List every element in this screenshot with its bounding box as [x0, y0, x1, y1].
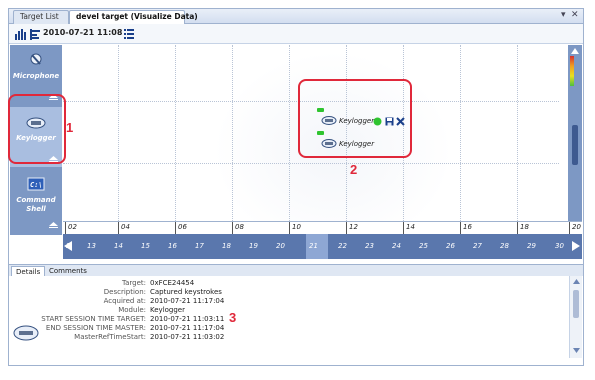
time-ruler: 02 04 06 08 10 12 14 16 18 20 [63, 221, 582, 235]
hour-item[interactable]: 2 [66, 242, 70, 250]
module-label: Command Shell [16, 196, 56, 213]
bar-chart-icon[interactable] [14, 28, 26, 40]
vertical-scrollbar[interactable] [568, 45, 582, 235]
detail-key: Acquired at: [103, 297, 146, 305]
upload-icon[interactable] [49, 222, 58, 228]
annotation-number: 2 [350, 162, 358, 177]
hour-item[interactable]: 16 [168, 242, 177, 250]
visualize-data-window: Target List devel target (Visualize Data… [8, 8, 584, 366]
command-shell-icon: C:\ [27, 177, 45, 191]
scroll-right-icon[interactable] [572, 241, 580, 251]
grid-line [460, 45, 461, 221]
horizontal-bars-icon[interactable] [29, 28, 41, 40]
detail-value: 2010-07-21 11:17:04 [150, 297, 225, 305]
hour-item[interactable]: 25 [419, 242, 428, 250]
hour-item[interactable]: 27 [473, 242, 482, 250]
hour-item[interactable]: 13 [87, 242, 96, 250]
grid-line [517, 45, 518, 221]
level-indicator [570, 56, 574, 86]
grid-line [289, 45, 290, 221]
detail-row: Acquired at: 2010-07-21 11:17:04 [9, 297, 569, 306]
detail-row: MasterRefTimeStart: 2010-07-21 11:03:02 [9, 333, 569, 342]
detail-tab-bar: Details Comments [9, 264, 583, 277]
grid-line [63, 163, 559, 164]
hour-selector[interactable]: 2 13 14 15 16 17 18 19 20 21 22 23 24 25… [63, 234, 582, 259]
hour-item[interactable]: 28 [500, 242, 509, 250]
detail-key: Module: [118, 306, 146, 314]
module-label: Microphone [12, 72, 60, 80]
hour-item[interactable]: 19 [249, 242, 258, 250]
module-command-shell[interactable]: C:\ Command Shell [10, 169, 62, 233]
scroll-thumb[interactable] [572, 125, 578, 165]
svg-text:C:\: C:\ [30, 181, 43, 189]
detail-value: Captured keystrokes [150, 288, 222, 296]
hour-item[interactable]: 26 [446, 242, 455, 250]
annotation-number: 3 [229, 310, 237, 325]
detail-row: Target: 0xFCE24454 [9, 279, 569, 288]
detail-key: Description: [103, 288, 146, 296]
tab-target-list[interactable]: Target List [13, 10, 69, 24]
detail-value: 0xFCE24454 [150, 279, 195, 287]
scroll-up-icon[interactable] [571, 48, 579, 54]
detail-value: Keylogger [150, 306, 185, 314]
list-filter-icon[interactable] [123, 28, 135, 40]
detail-key: Target: [121, 279, 146, 287]
tab-devel-target[interactable]: devel target (Visualize Data) [69, 10, 198, 24]
annotation-number: 1 [66, 120, 74, 135]
detail-value: 2010-07-21 11:17:04 [150, 324, 225, 332]
pin-dropdown-icon[interactable]: ▾ [561, 10, 566, 20]
scroll-down-icon[interactable] [573, 348, 580, 353]
detail-key: MasterRefTimeStart: [74, 333, 146, 341]
details-panel: Target: 0xFCE24454 Description: Captured k… [9, 276, 569, 358]
tab-bar: Target List devel target (Visualize Data… [9, 9, 583, 24]
detail-row: Description: Captured keystrokes [9, 288, 569, 297]
annotation-box-2 [298, 79, 412, 158]
hour-item[interactable]: 29 [527, 242, 536, 250]
detail-row: END SESSION TIME MASTER: 2010-07-21 11:17… [9, 324, 569, 333]
hour-item[interactable]: 30 [555, 242, 564, 250]
hour-item[interactable]: 15 [141, 242, 150, 250]
detail-value: 2010-07-21 11:03:11 [150, 315, 225, 323]
hour-item[interactable]: 14 [114, 242, 123, 250]
toolbar: 2010-07-21 11:08 [9, 24, 583, 44]
detail-key: START SESSION TIME TARGET: [41, 315, 146, 323]
grid-line [118, 45, 119, 221]
hour-item[interactable]: 24 [392, 242, 401, 250]
annotation-box-1 [8, 94, 66, 164]
microphone-icon [30, 53, 42, 65]
hour-item-selected[interactable]: 21 [306, 234, 328, 259]
scroll-up-icon[interactable] [573, 279, 580, 284]
detail-value: 2010-07-21 11:03:02 [150, 333, 225, 341]
close-icon[interactable]: ✕ [571, 10, 579, 20]
hour-item[interactable]: 18 [222, 242, 231, 250]
scroll-thumb[interactable] [573, 290, 579, 318]
current-datetime: 2010-07-21 11:08 [43, 28, 123, 37]
hour-item[interactable]: 17 [195, 242, 204, 250]
hour-item[interactable]: 22 [338, 242, 347, 250]
detail-row: START SESSION TIME TARGET: 2010-07-21 11:… [9, 315, 569, 324]
detail-row: Module: Keylogger [9, 306, 569, 315]
grid-line [232, 45, 233, 221]
hour-item[interactable]: 20 [276, 242, 285, 250]
detail-key: END SESSION TIME MASTER: [45, 324, 146, 332]
details-scrollbar[interactable] [569, 276, 582, 358]
grid-line [175, 45, 176, 221]
hour-item[interactable]: 23 [365, 242, 374, 250]
